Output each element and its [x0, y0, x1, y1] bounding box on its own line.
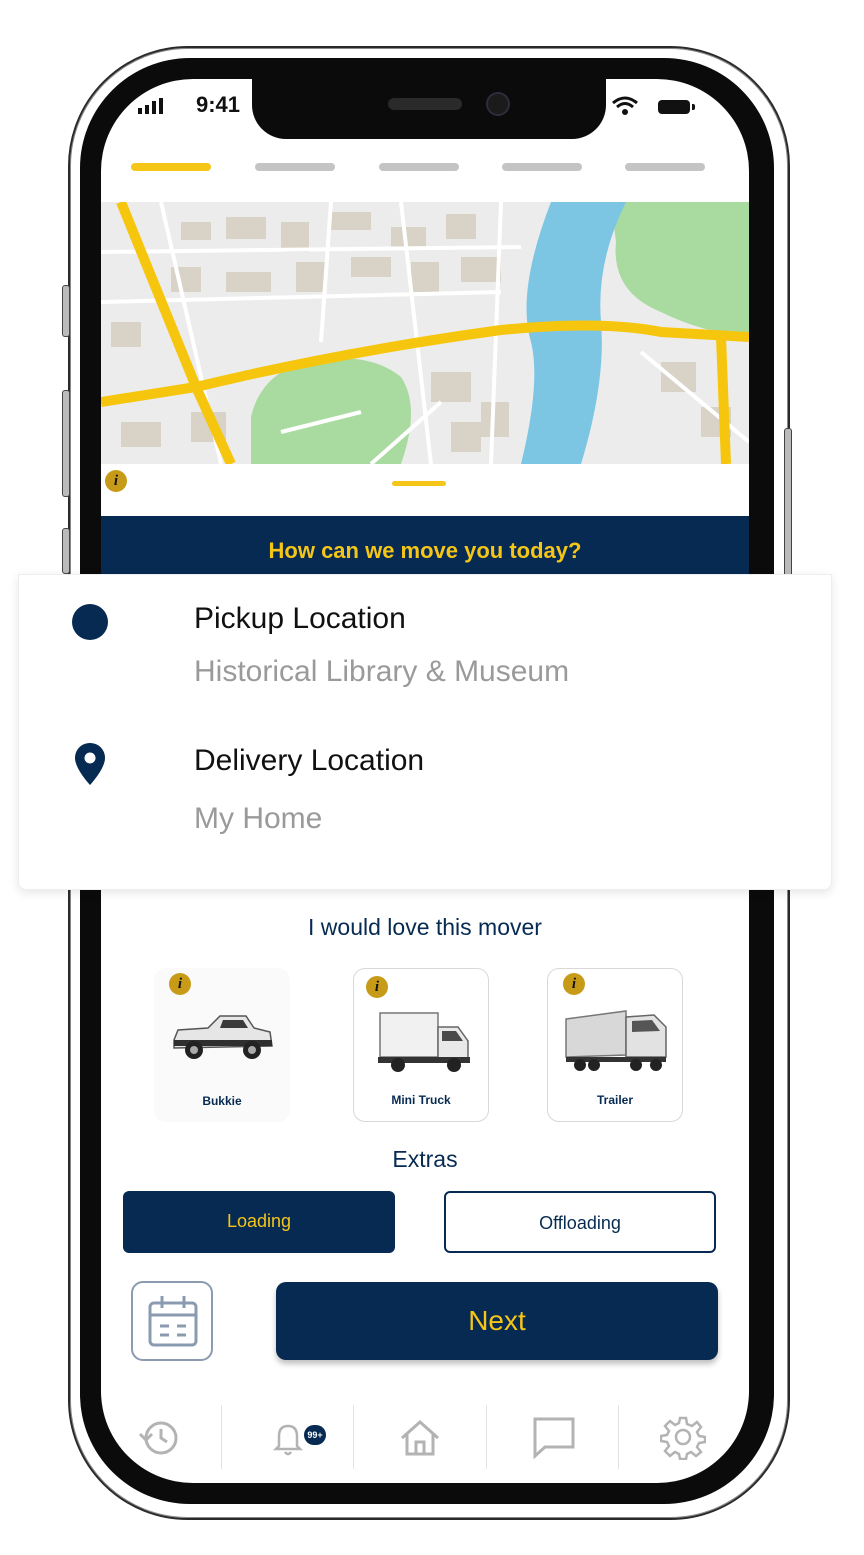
pickup-location-input[interactable]: Historical Library & Museum	[194, 655, 569, 689]
schedule-button[interactable]	[131, 1281, 213, 1361]
banner-text: How can we move you today?	[268, 538, 582, 563]
calendar-icon	[148, 1296, 198, 1347]
speaker	[388, 98, 462, 110]
offloading-toggle-button[interactable]: Offloading	[444, 1191, 716, 1253]
signal-icon	[138, 98, 163, 114]
home-icon[interactable]	[397, 1414, 443, 1460]
trailer-info-icon[interactable]: i	[563, 973, 585, 995]
bukkie-image	[173, 1015, 273, 1059]
map-info-icon[interactable]: i	[105, 470, 127, 492]
next-button[interactable]: Next	[276, 1282, 718, 1360]
progress-step-5	[625, 163, 705, 171]
bukkie-info-icon[interactable]: i	[169, 973, 191, 995]
pickup-location-title: Pickup Location	[194, 602, 406, 635]
map-graphic	[101, 202, 749, 464]
mini-truck-info-icon[interactable]: i	[366, 976, 388, 998]
trailer-image	[565, 1010, 667, 1071]
pickup-dot-icon	[72, 604, 108, 640]
loading-toggle-button[interactable]: Loading	[123, 1191, 395, 1253]
phone-volume-down	[62, 528, 70, 574]
vehicle-label-trailer: Trailer	[596, 1093, 634, 1107]
vehicle-label-bukkie: Bukkie	[202, 1094, 242, 1108]
progress-step-4	[502, 163, 582, 171]
progress-step-3	[379, 163, 459, 171]
chat-icon[interactable]	[530, 1414, 578, 1460]
bell-icon[interactable]	[272, 1414, 306, 1460]
location-card	[18, 574, 832, 890]
tab-divider	[618, 1405, 619, 1469]
phone-power-button	[784, 428, 792, 580]
history-icon[interactable]	[136, 1414, 182, 1460]
progress-step-1	[131, 163, 211, 171]
phone-mute-switch	[62, 285, 70, 337]
phone-volume-up	[62, 390, 70, 497]
delivery-location-title: Delivery Location	[194, 744, 425, 777]
battery-icon	[658, 100, 695, 114]
wifi-icon	[612, 96, 638, 115]
route-map[interactable]	[101, 202, 749, 464]
progress-step-2	[255, 163, 335, 171]
tab-divider	[353, 1405, 354, 1469]
delivery-location-input[interactable]: My Home	[194, 802, 322, 836]
extras-heading: Extras	[392, 1146, 458, 1172]
tab-divider	[221, 1405, 222, 1469]
mini-truck-image	[378, 1012, 470, 1072]
front-camera	[486, 92, 510, 116]
status-time: 9:41	[196, 92, 241, 117]
location-pin-icon	[75, 743, 105, 785]
notifications-badge: 99+	[304, 1425, 326, 1445]
gear-icon[interactable]	[660, 1414, 706, 1460]
vehicle-label-mini-truck: Mini Truck	[391, 1093, 451, 1107]
question-banner: How can we move you today?	[101, 516, 749, 576]
tab-divider	[486, 1405, 487, 1469]
mover-heading: I would love this mover	[308, 914, 542, 940]
sheet-drag-handle[interactable]	[392, 481, 446, 486]
